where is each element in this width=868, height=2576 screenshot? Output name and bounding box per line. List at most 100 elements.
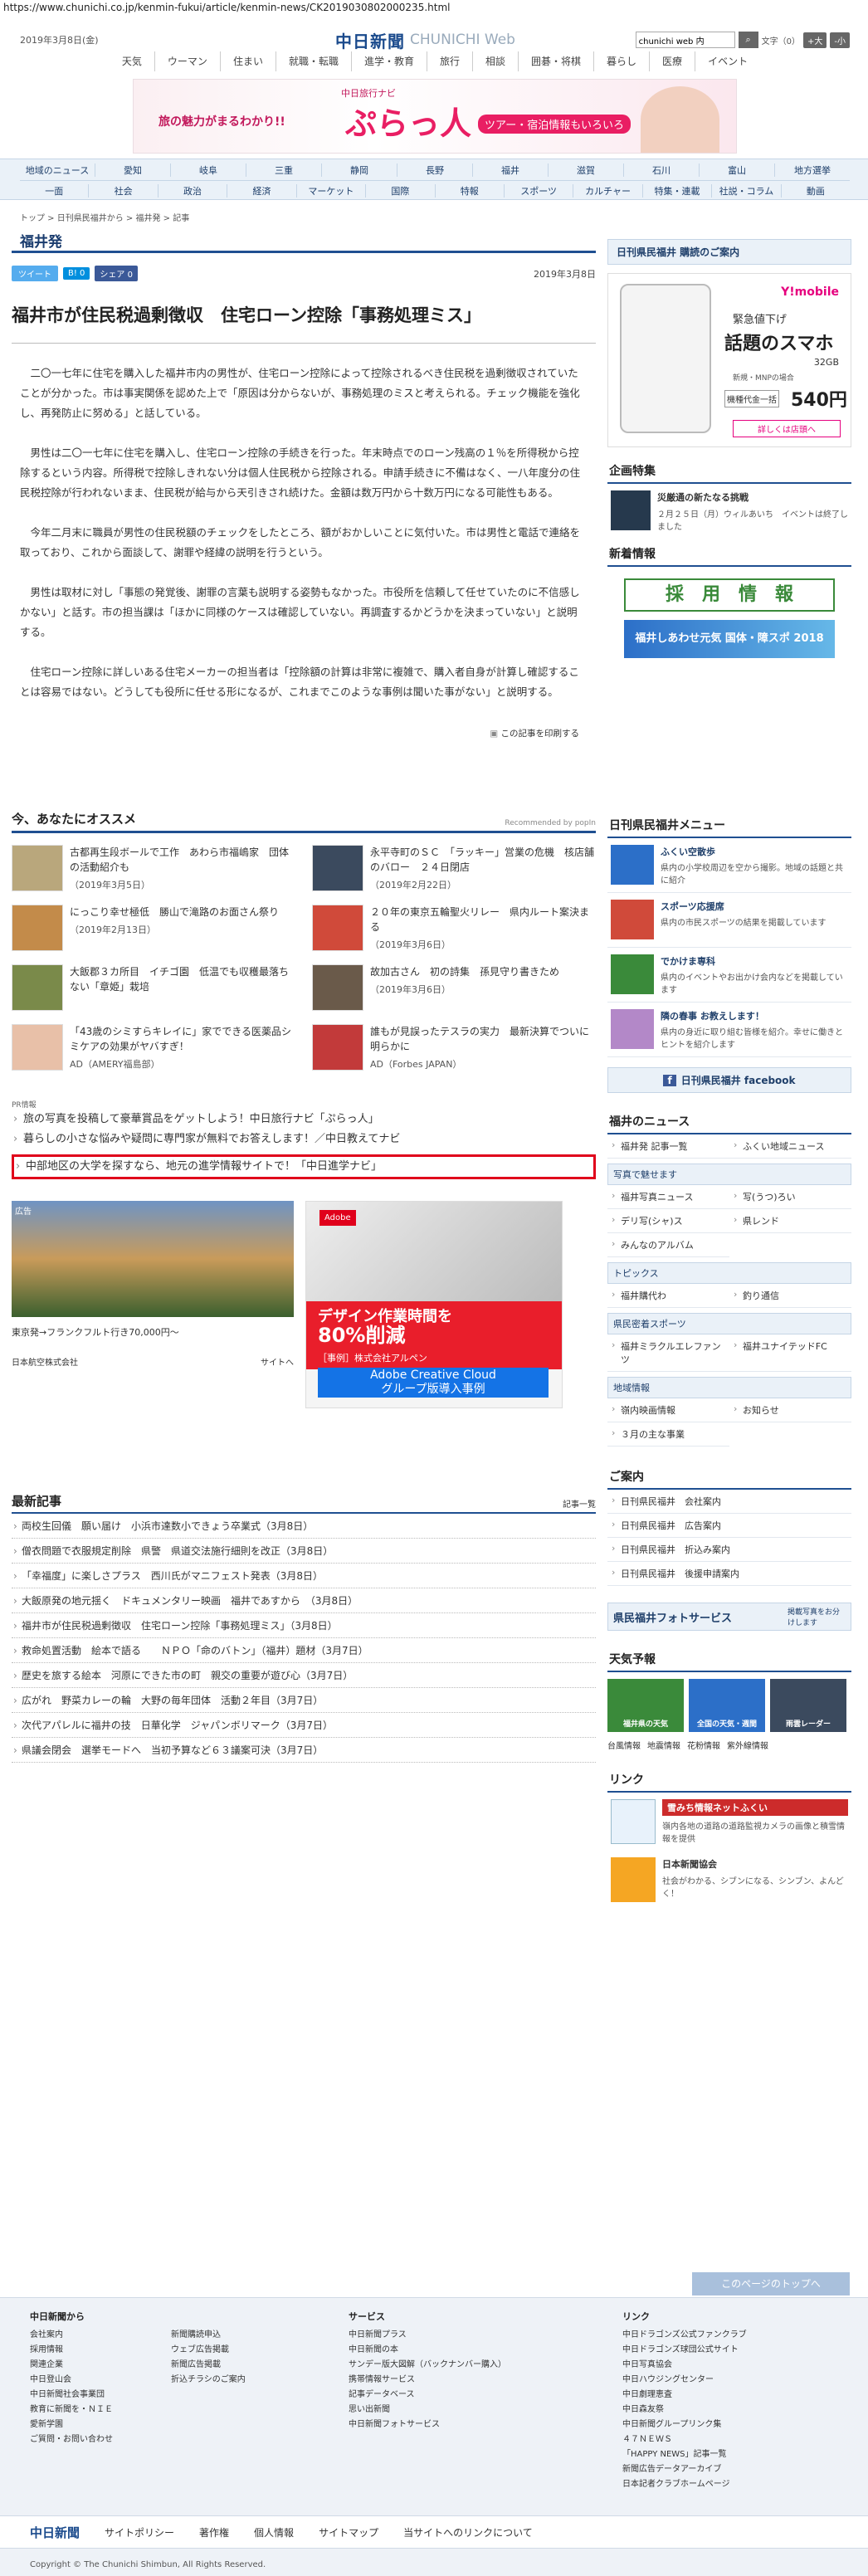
region-nav-item[interactable]: 三重 (246, 163, 322, 177)
footer-link[interactable]: 中日写真協会 (622, 2358, 747, 2373)
footer-bar-link[interactable]: 個人情報 (254, 2525, 294, 2539)
footer-link[interactable]: サンデー版大図解（バックナンバー購入） (349, 2358, 506, 2373)
font-small-button[interactable]: -小 (830, 32, 850, 48)
pr-link[interactable]: 暮らしの小さな悩みや疑問に専門家が無料でお答えします！／中日教えてナビ (12, 1129, 596, 1149)
sidebar-link[interactable]: 福井購代わ (607, 1284, 729, 1308)
recommend-item[interactable]: 永平寺町のＳＣ 「ラッキー」営業の危機 核店舗のバロー ２４日閉店 （2019年2… (312, 845, 596, 895)
sidebar-link[interactable]: お知らせ (729, 1398, 851, 1422)
footer-link[interactable]: 中日森友祭 (622, 2403, 747, 2417)
recommend-item[interactable]: 故加古さん 初の詩集 孫見守り書きため （2019年3月6日） (312, 964, 596, 1014)
gnav-item[interactable]: 旅行 (427, 51, 473, 71)
recommend-item[interactable]: ２０年の東京五輪聖火リレー 県内ルート案決まる （2019年3月6日） (312, 905, 596, 954)
sidebar-link[interactable]: 福井ユナイテッドFC (729, 1334, 851, 1372)
gnav-item[interactable]: 住まい (221, 51, 276, 71)
weather-card[interactable]: 雨雲レーダー (770, 1679, 846, 1732)
latest-item[interactable]: 県議会閉会 選挙モードへ 当初予算など６３議案可決（3月7日） (12, 1738, 596, 1763)
sidebar-link[interactable]: デリ写(シャ)ス (607, 1209, 729, 1233)
page-top-button[interactable]: このページのトップへ (692, 2272, 850, 2295)
sidebar-link[interactable]: 写(うつ)ろい (729, 1185, 851, 1209)
sidebar-link[interactable]: 日刊県民福井 会社案内 (607, 1490, 851, 1514)
footer-link[interactable]: 教育に新聞を・ＮＩＥ (30, 2403, 113, 2417)
gnav-item[interactable]: 暮らし (594, 51, 651, 71)
footer-link[interactable]: 中日ドラゴンズ球団公式サイト (622, 2343, 747, 2358)
section-nav-item[interactable]: 経済 (227, 183, 297, 198)
site-logo-sub[interactable]: CHUNICHI Web (410, 32, 515, 48)
region-nav-item[interactable]: 滋賀 (549, 163, 624, 177)
region-nav-item[interactable]: 静岡 (322, 163, 397, 177)
gnav-item[interactable]: 天気 (110, 51, 155, 71)
footer-bar-link[interactable]: サイトポリシー (105, 2525, 174, 2539)
footer-link[interactable]: 採用情報 (30, 2343, 113, 2358)
banner-ad[interactable]: 中日旅行ナビ 旅の魅力がまるわかり!! ぷらっ人 ツアー・宿泊情報もいろいろ (133, 79, 737, 154)
gnav-item[interactable]: 相談 (473, 51, 519, 71)
sidebar-link[interactable]: みんなのアルバム (607, 1233, 729, 1257)
pr-link[interactable]: 中部地区の大学を探すなら、地元の進学情報サイトで！「中日進学ナビ」 (14, 1157, 593, 1177)
section-nav-item[interactable]: 政治 (158, 183, 228, 198)
footer-link[interactable]: 「HAPPY NEWS」記事一覧 (622, 2447, 747, 2462)
section-nav-item[interactable]: マーケット (297, 183, 367, 198)
region-nav-item[interactable]: 岐阜 (171, 163, 246, 177)
adobe-ad[interactable]: Adobe デザイン作業時間を 80%削減 ［事例］株式会社アルペン Adobe … (305, 1201, 563, 1408)
footer-link[interactable]: 中日劇理恵査 (622, 2388, 747, 2403)
weather-card[interactable]: 福井県の天気 (607, 1679, 684, 1732)
weather-link[interactable]: 花粉情報 (687, 1739, 720, 1751)
menu-item[interactable]: ふくい空散歩 県内の小学校周辺を空から撮影。地域の話題と共に紹介 (607, 838, 851, 893)
latest-item[interactable]: 両校生回儀 願い届け 小浜市達数小できょう卒業式（3月8日） (12, 1514, 596, 1539)
footer-link[interactable]: 新聞購読申込 (171, 2328, 246, 2343)
footer-link[interactable]: 中日新聞社会事業団 (30, 2388, 113, 2403)
sidebar-link[interactable]: 日刊県民福井 広告案内 (607, 1514, 851, 1538)
weather-link[interactable]: 台風情報 (607, 1739, 641, 1751)
section-nav-item[interactable]: 特集・連載 (643, 183, 713, 198)
menu-item[interactable]: 隣の春事 お教えします！ 県内の身近に取り組む皆様を紹介。幸せに働きとヒントを紹介… (607, 1003, 851, 1057)
section-nav-item[interactable]: 動画 (782, 184, 850, 198)
sidebar-link[interactable]: 日刊県民福井 後援申請案内 (607, 1562, 851, 1586)
footer-link[interactable]: 折込チラシのご案内 (171, 2373, 246, 2388)
kikaku-item[interactable]: 災厳通の新たなる挑戦 ２月２５日（月）ウィルあいち イベントは終了しました (607, 484, 851, 537)
footer-link[interactable]: ウェブ広告掲載 (171, 2343, 246, 2358)
recommend-item[interactable]: 古都再生段ボールで工作 あわら市福嶋家 団体の活動紹介も （2019年3月5日） (12, 845, 295, 895)
latest-item[interactable]: 大飯原発の地元揺く ドキュメンタリー映画 福井であすから （3月8日） (12, 1588, 596, 1613)
link-item-pressnet[interactable]: 日本新聞協会 社会がわかる、シブンになる、シンブン、よんどく！ (607, 1851, 851, 1909)
footer-logo[interactable]: 中日新聞 (30, 2524, 80, 2541)
footer-link[interactable]: ご質問・お問い合わせ (30, 2432, 113, 2447)
region-nav-item[interactable]: 福井 (473, 163, 549, 177)
ymobile-more-button[interactable]: 詳しくは店頭へ (733, 420, 841, 437)
site-logo[interactable]: 中日新聞 (335, 28, 405, 52)
adobe-cta-button[interactable]: Adobe Creative Cloud グループ版導入事例 (318, 1368, 549, 1398)
recommend-item[interactable]: 誰もが見誤ったテスラの実力 最新決算でついに明らかに AD（Forbes JAPA… (312, 1024, 596, 1074)
recommend-item[interactable]: 大飯郡３カ所目 イチゴ園 低温でも収穫最落ちない「章姫」栽培 (12, 964, 295, 1014)
weather-card[interactable]: 全国の天気・週間 (689, 1679, 765, 1732)
footer-link[interactable]: 思い出新聞 (349, 2403, 506, 2417)
footer-link[interactable]: 新聞広告掲載 (171, 2358, 246, 2373)
region-nav-item[interactable]: 富山 (700, 163, 775, 177)
breadcrumb[interactable]: トップ > 日刊県民福井から > 福井発 > 記事 (20, 211, 850, 223)
tweet-button[interactable]: ツイート (12, 266, 58, 281)
footer-link[interactable]: 中日新聞プラス (349, 2328, 506, 2343)
gnav-item[interactable]: 囲碁・将棋 (519, 51, 595, 71)
hatena-button[interactable]: B! 0 (63, 267, 90, 280)
region-nav-item[interactable]: 愛知 (95, 163, 171, 177)
search-icon[interactable]: ⌕ (738, 32, 758, 48)
footer-link[interactable]: 中日登山会 (30, 2373, 113, 2388)
weather-link[interactable]: 紫外線情報 (727, 1739, 768, 1751)
section-nav-item[interactable]: カルチャー (573, 183, 643, 198)
footer-link[interactable]: 新聞広告データアーカイブ (622, 2462, 747, 2477)
footer-link[interactable]: 日本記者クラブホームページ (622, 2477, 747, 2492)
footer-link[interactable]: 中日新聞グループリンク集 (622, 2417, 747, 2432)
footer-link[interactable]: 中日新聞の本 (349, 2343, 506, 2358)
sidebar-link[interactable]: ふくい地域ニュース (729, 1134, 851, 1159)
region-nav-item[interactable]: 地方選挙 (775, 163, 850, 177)
search-input[interactable] (635, 32, 735, 48)
subscribe-link[interactable]: 日刊県民福井 購読のご案内 (607, 239, 851, 265)
region-nav-item[interactable]: 地域のニュース (20, 163, 95, 177)
section-nav-item[interactable]: 社会 (89, 183, 158, 198)
gnav-item[interactable]: イベント (695, 51, 760, 71)
gnav-item[interactable]: ウーマン (155, 51, 221, 71)
popin-credit[interactable]: Recommended by popIn (505, 819, 596, 827)
article-list-link[interactable]: 記事一覧 (563, 1497, 596, 1510)
sidebar-link[interactable]: 福井写真ニュース (607, 1185, 729, 1209)
latest-item[interactable]: 広がれ 野菜カレーの輪 大野の毎年団体 活動２年目（3月7日） (12, 1688, 596, 1713)
footer-link[interactable]: 関連企業 (30, 2358, 113, 2373)
section-nav-item[interactable]: スポーツ (505, 183, 574, 198)
photo-service-banner[interactable]: 県民福井フォトサービス 掲載写真をお分けします (607, 1603, 851, 1631)
